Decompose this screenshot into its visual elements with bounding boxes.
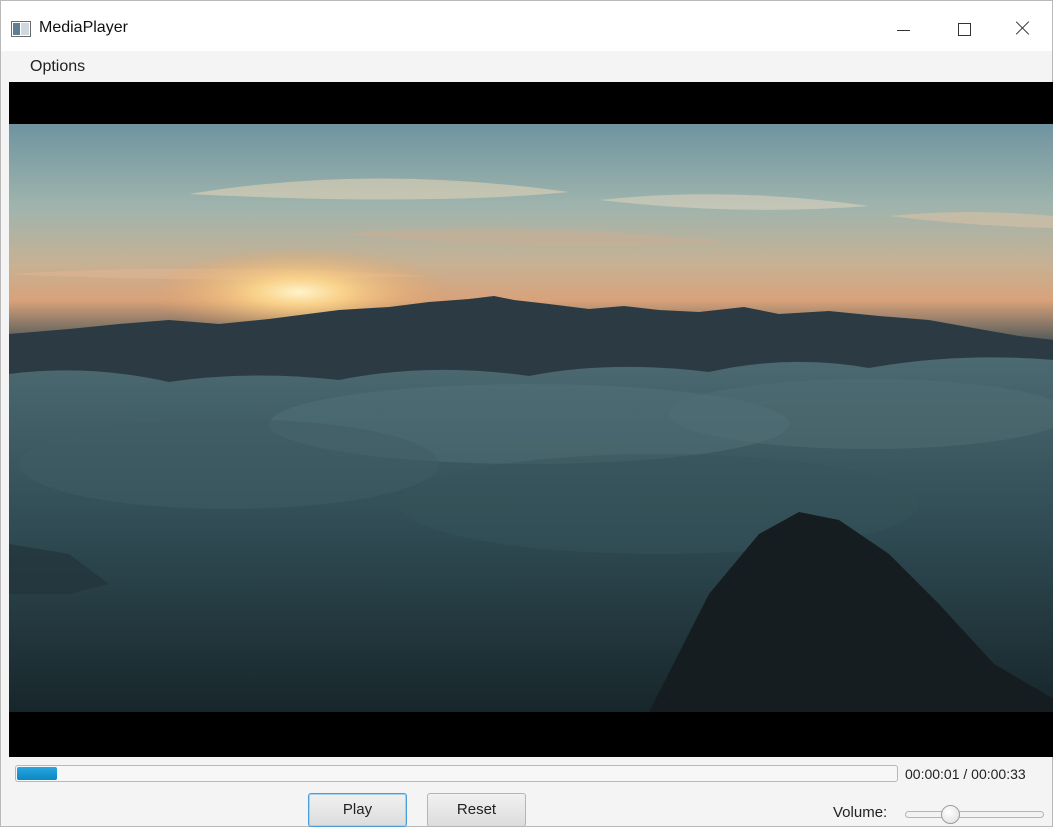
reset-button[interactable]: Reset [427, 793, 526, 827]
window-title: MediaPlayer [39, 19, 128, 36]
minimize-icon [897, 30, 910, 31]
maximize-button[interactable] [936, 1, 992, 51]
progress-fill [17, 767, 57, 780]
video-scene [9, 178, 1053, 712]
volume-thumb[interactable] [941, 805, 960, 824]
play-button[interactable]: Play [308, 793, 407, 827]
video-frame [9, 124, 1053, 712]
maximize-icon [958, 23, 971, 36]
title-bar[interactable]: MediaPlayer [1, 1, 1052, 51]
close-icon [1015, 20, 1031, 36]
menu-options[interactable]: Options [30, 58, 85, 76]
progress-slider[interactable] [15, 765, 898, 782]
minimize-button[interactable] [875, 1, 931, 51]
media-player-window: MediaPlayer Options 00:00:01 / 00:00:33 … [0, 0, 1053, 827]
video-view[interactable] [9, 82, 1053, 757]
time-display: 00:00:01 / 00:00:33 [905, 766, 1026, 782]
volume-slider[interactable] [905, 811, 1044, 818]
close-button[interactable] [994, 1, 1050, 51]
volume-label: Volume: [833, 804, 888, 821]
app-window-icon [11, 21, 31, 37]
menu-bar: Options [1, 51, 1052, 82]
